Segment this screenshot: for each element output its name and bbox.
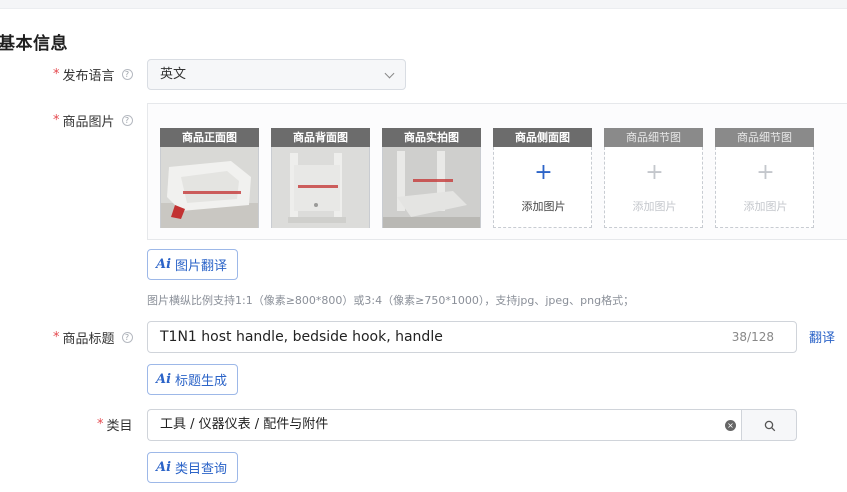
plus-icon: + [534, 160, 553, 185]
image-slot-body [271, 147, 370, 228]
title-generate-button[interactable]: Ai 标题生成 [147, 364, 239, 395]
category-query-button[interactable]: Ai 类目查询 [147, 452, 239, 483]
add-image-label: 添加图片 [632, 200, 677, 213]
required-mark: * [97, 417, 104, 432]
ai-icon: Ai [156, 257, 172, 272]
image-slot-caption: 商品背面图 [271, 128, 370, 147]
category-input[interactable]: 工具 / 仪器仪表 / 配件与附件 × [147, 409, 748, 441]
search-icon [764, 420, 776, 432]
image-slot-back[interactable]: 商品背面图 [271, 128, 370, 228]
title-label: * 商品标题 ? [53, 328, 133, 347]
title-translate-link[interactable]: 翻译 [809, 327, 835, 346]
image-slot-caption: 商品实拍图 [382, 128, 481, 147]
image-slot-body [382, 147, 481, 228]
image-translate-label: 图片翻译 [175, 259, 228, 274]
title-generate-label: 标题生成 [175, 374, 228, 389]
image-slot-caption: 商品细节图 [715, 128, 814, 147]
title-label-text: 商品标题 [62, 332, 115, 347]
ai-icon: Ai [156, 372, 172, 387]
image-slot-body: + 添加图片 [604, 147, 703, 228]
images-label: * 商品图片 ? [53, 111, 133, 130]
category-label-text: 类目 [106, 419, 133, 434]
image-slot-body: + 添加图片 [493, 147, 592, 228]
add-image-label: 添加图片 [521, 200, 566, 213]
top-bar [0, 0, 847, 9]
add-image-label: 添加图片 [743, 200, 788, 213]
category-search-button[interactable] [741, 409, 797, 441]
category-label: * 类目 [97, 415, 133, 434]
language-selected-value: 英文 [160, 67, 187, 82]
required-mark: * [53, 67, 60, 82]
language-label-text: 发布语言 [62, 69, 115, 84]
image-slot-detail-2[interactable]: 商品细节图 + 添加图片 [715, 128, 814, 228]
image-slot-body [160, 147, 259, 228]
help-icon[interactable]: ? [121, 332, 133, 343]
plus-icon: + [756, 160, 775, 185]
plus-icon: + [645, 160, 664, 185]
image-slot-caption: 商品细节图 [604, 128, 703, 147]
image-upload-panel: 商品正面图 商品背面图 商品实拍图 商品侧面图 + 添加图片 商品细节图 + 添… [147, 103, 847, 240]
image-slot-caption: 商品侧面图 [493, 128, 592, 147]
image-slot-detail-1[interactable]: 商品细节图 + 添加图片 [604, 128, 703, 228]
language-label: * 发布语言 ? [53, 65, 133, 84]
product-photo-real [383, 147, 480, 228]
title-char-count: 38/128 [731, 330, 774, 344]
ai-icon: Ai [156, 460, 172, 475]
product-title-value: T1N1 host handle, bedside hook, handle [160, 329, 443, 345]
chevron-down-icon [384, 68, 395, 79]
category-value: 工具 / 仪器仪表 / 配件与附件 [160, 417, 329, 432]
help-icon[interactable]: ? [121, 69, 133, 80]
image-slot-body: + 添加图片 [715, 147, 814, 228]
image-format-hint: 图片横纵比例支持1:1（像素≥800*800）或3:4（像素≥750*1000）… [147, 294, 635, 307]
image-slot-front[interactable]: 商品正面图 [160, 128, 259, 228]
images-label-text: 商品图片 [62, 115, 115, 130]
image-slot-caption: 商品正面图 [160, 128, 259, 147]
section-title: 基本信息 [0, 34, 68, 54]
product-photo-back [272, 147, 369, 228]
image-slot-side[interactable]: 商品侧面图 + 添加图片 [493, 128, 592, 228]
help-icon[interactable]: ? [121, 115, 133, 126]
image-translate-button[interactable]: Ai 图片翻译 [147, 249, 239, 280]
required-mark: * [53, 330, 60, 345]
required-mark: * [53, 113, 60, 128]
category-query-label: 类目查询 [175, 462, 228, 477]
clear-icon[interactable]: × [725, 420, 736, 431]
product-photo-front [161, 147, 258, 228]
product-title-input[interactable]: T1N1 host handle, bedside hook, handle 3… [147, 321, 797, 353]
image-slot-real[interactable]: 商品实拍图 [382, 128, 481, 228]
language-select[interactable]: 英文 [147, 59, 406, 90]
